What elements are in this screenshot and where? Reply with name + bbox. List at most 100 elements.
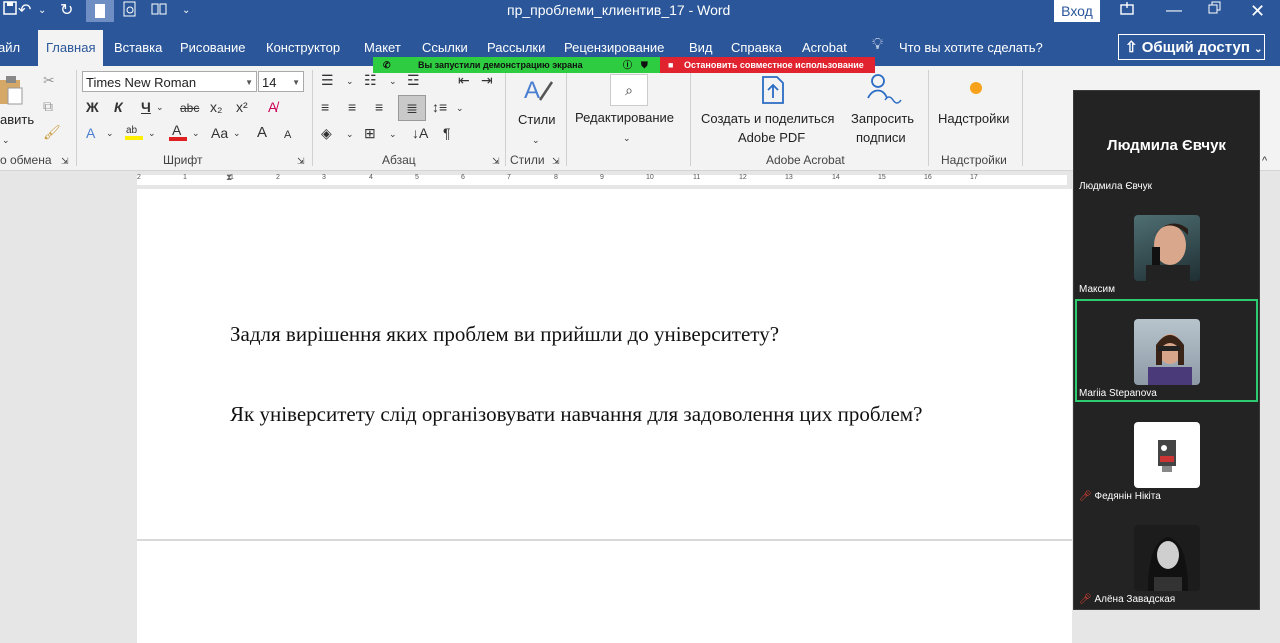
touch-mode-icon[interactable]: [86, 0, 114, 22]
shrink-font-button[interactable]: A: [284, 127, 291, 143]
grow-font-button[interactable]: A: [257, 125, 267, 141]
create-share-pdf-line2[interactable]: Adobe PDF: [738, 130, 805, 145]
shading-dropdown-icon[interactable]: ⌄: [346, 126, 354, 142]
save-icon[interactable]: [2, 0, 18, 23]
paste-icon[interactable]: [0, 74, 24, 109]
align-right-icon[interactable]: ≡: [375, 99, 383, 115]
borders-dropdown-icon[interactable]: ⌄: [389, 126, 397, 142]
tab-file[interactable]: айл: [0, 40, 20, 55]
styles-button-label[interactable]: Стили: [518, 112, 555, 127]
text-effects-icon[interactable]: A: [86, 125, 95, 141]
tab-help[interactable]: Справка: [731, 40, 782, 55]
styles-launcher-icon[interactable]: ⇲: [552, 153, 560, 169]
request-signature-line1[interactable]: Запросить: [851, 111, 914, 126]
editing-button-label[interactable]: Редактирование: [575, 110, 674, 125]
cut-icon[interactable]: ✂: [43, 72, 55, 88]
font-launcher-icon[interactable]: ⇲: [297, 153, 305, 169]
numbering-dropdown-icon[interactable]: ⌄: [389, 73, 397, 89]
show-marks-icon[interactable]: ¶: [443, 125, 451, 141]
clear-formatting-icon[interactable]: A̸: [268, 99, 277, 115]
subscript-button[interactable]: x₂: [210, 99, 222, 115]
format-painter-icon[interactable]: 🖌︎: [43, 124, 61, 140]
borders-icon[interactable]: ⊞: [364, 125, 376, 141]
editing-dropdown-icon[interactable]: ⌄: [623, 130, 631, 146]
bold-button[interactable]: Ж: [86, 99, 99, 115]
minimize-icon[interactable]: —: [1166, 0, 1182, 22]
close-icon[interactable]: ✕: [1250, 0, 1265, 22]
bullets-dropdown-icon[interactable]: ⌄: [346, 73, 354, 89]
paste-button-label[interactable]: авить: [0, 112, 34, 127]
request-signature-icon[interactable]: [865, 72, 903, 107]
tab-layout[interactable]: Макет: [364, 40, 401, 55]
styles-dropdown-icon[interactable]: ⌄: [532, 132, 540, 148]
document-page[interactable]: Задля вирішення яких проблем ви прийшли …: [137, 189, 1072, 643]
zoom-participants-panel[interactable]: Людмила Євчук Людмила Євчук Максим Marii…: [1073, 90, 1260, 610]
numbering-icon[interactable]: ☷: [364, 72, 377, 88]
line-spacing-dropdown-icon[interactable]: ⌄: [456, 100, 464, 116]
align-center-icon[interactable]: ≡: [348, 99, 356, 115]
change-case-button[interactable]: Aa: [211, 125, 228, 141]
ribbon-display-icon[interactable]: [1118, 0, 1136, 25]
print-preview-icon[interactable]: [122, 0, 138, 25]
read-mode-icon[interactable]: [150, 0, 168, 25]
create-share-pdf-icon[interactable]: [758, 74, 788, 109]
request-signature-line2[interactable]: подписи: [856, 130, 906, 145]
decrease-indent-icon[interactable]: ⇤: [458, 72, 470, 88]
font-size-combo[interactable]: 14 ▼: [258, 71, 304, 92]
addins-button-label[interactable]: Надстройки: [938, 111, 1009, 126]
ruler-number: 6: [461, 174, 465, 181]
tell-me-input[interactable]: Что вы хотите сделать?: [899, 40, 1043, 55]
horizontal-ruler[interactable]: ⧗ 2 1 1 2 3 4 5 6 7 8 9 10 11 12 13 14 15 16 17: [0, 171, 1073, 189]
copy-icon[interactable]: ⧉: [43, 98, 53, 114]
underline-dropdown-icon[interactable]: ⌄: [156, 99, 164, 115]
tab-mailings[interactable]: Рассылки: [487, 40, 545, 55]
info-icon[interactable]: ⓘ: [623, 57, 632, 73]
tab-insert[interactable]: Вставка: [114, 40, 162, 55]
paragraph-1[interactable]: Задля вирішення яких проблем ви прийшли …: [230, 322, 779, 347]
tab-references[interactable]: Ссылки: [422, 40, 468, 55]
undo-dropdown-icon[interactable]: ⌄: [38, 0, 46, 22]
align-left-icon[interactable]: ≡: [321, 99, 329, 115]
paragraph-2[interactable]: Як університету слід організовувати навч…: [230, 402, 922, 427]
paragraph-launcher-icon[interactable]: ⇲: [492, 153, 500, 169]
tab-acrobat[interactable]: Acrobat: [802, 40, 847, 55]
collapse-ribbon-icon[interactable]: ^: [1262, 153, 1267, 169]
addins-icon[interactable]: [968, 80, 984, 99]
highlight-icon[interactable]: ab: [124, 122, 144, 145]
restore-icon[interactable]: [1208, 0, 1222, 22]
font-color-dropdown-icon[interactable]: ⌄: [192, 125, 200, 141]
tab-home[interactable]: Главная: [38, 30, 104, 66]
styles-icon[interactable]: A: [522, 74, 554, 107]
font-color-icon[interactable]: A: [168, 122, 188, 145]
create-share-pdf-line1[interactable]: Создать и поделиться: [701, 111, 834, 126]
increase-indent-icon[interactable]: ⇥: [481, 72, 493, 88]
font-name-combo[interactable]: Times New Roman ▼: [82, 71, 257, 92]
customize-qat-icon[interactable]: ⌄: [182, 0, 190, 22]
clipboard-launcher-icon[interactable]: ⇲: [61, 153, 69, 169]
justify-icon[interactable]: ≣: [398, 95, 426, 121]
text-effects-dropdown-icon[interactable]: ⌄: [106, 125, 114, 141]
stop-share-button[interactable]: ■ Остановить совместное использование: [660, 57, 875, 73]
tab-view[interactable]: Вид: [689, 40, 713, 55]
bullets-icon[interactable]: ☰: [321, 72, 334, 88]
redo-icon[interactable]: ↻: [60, 0, 73, 22]
line-spacing-icon[interactable]: ↕≡: [432, 99, 447, 115]
ruler-number: 11: [693, 174, 701, 181]
login-button[interactable]: Вход: [1054, 0, 1100, 22]
shading-icon[interactable]: ◈: [321, 125, 332, 141]
paste-dropdown-icon[interactable]: ⌄: [2, 132, 10, 148]
sort-icon[interactable]: ↓A: [412, 125, 428, 141]
tab-review[interactable]: Рецензирование: [564, 40, 664, 55]
highlight-dropdown-icon[interactable]: ⌄: [148, 125, 156, 141]
italic-button[interactable]: К: [114, 99, 123, 115]
find-icon[interactable]: ⌕: [610, 74, 648, 106]
change-case-dropdown-icon[interactable]: ⌄: [233, 125, 241, 141]
multilevel-list-icon[interactable]: ☲: [407, 72, 420, 88]
strikethrough-button[interactable]: abc: [180, 100, 199, 116]
tab-draw[interactable]: Рисование: [180, 40, 245, 55]
undo-icon[interactable]: ↶: [18, 0, 31, 22]
superscript-button[interactable]: x²: [236, 99, 248, 115]
tab-design[interactable]: Конструктор: [266, 40, 340, 55]
underline-button[interactable]: Ч: [141, 99, 151, 115]
share-button[interactable]: ⇧ Общий доступ ⌄: [1118, 34, 1265, 60]
